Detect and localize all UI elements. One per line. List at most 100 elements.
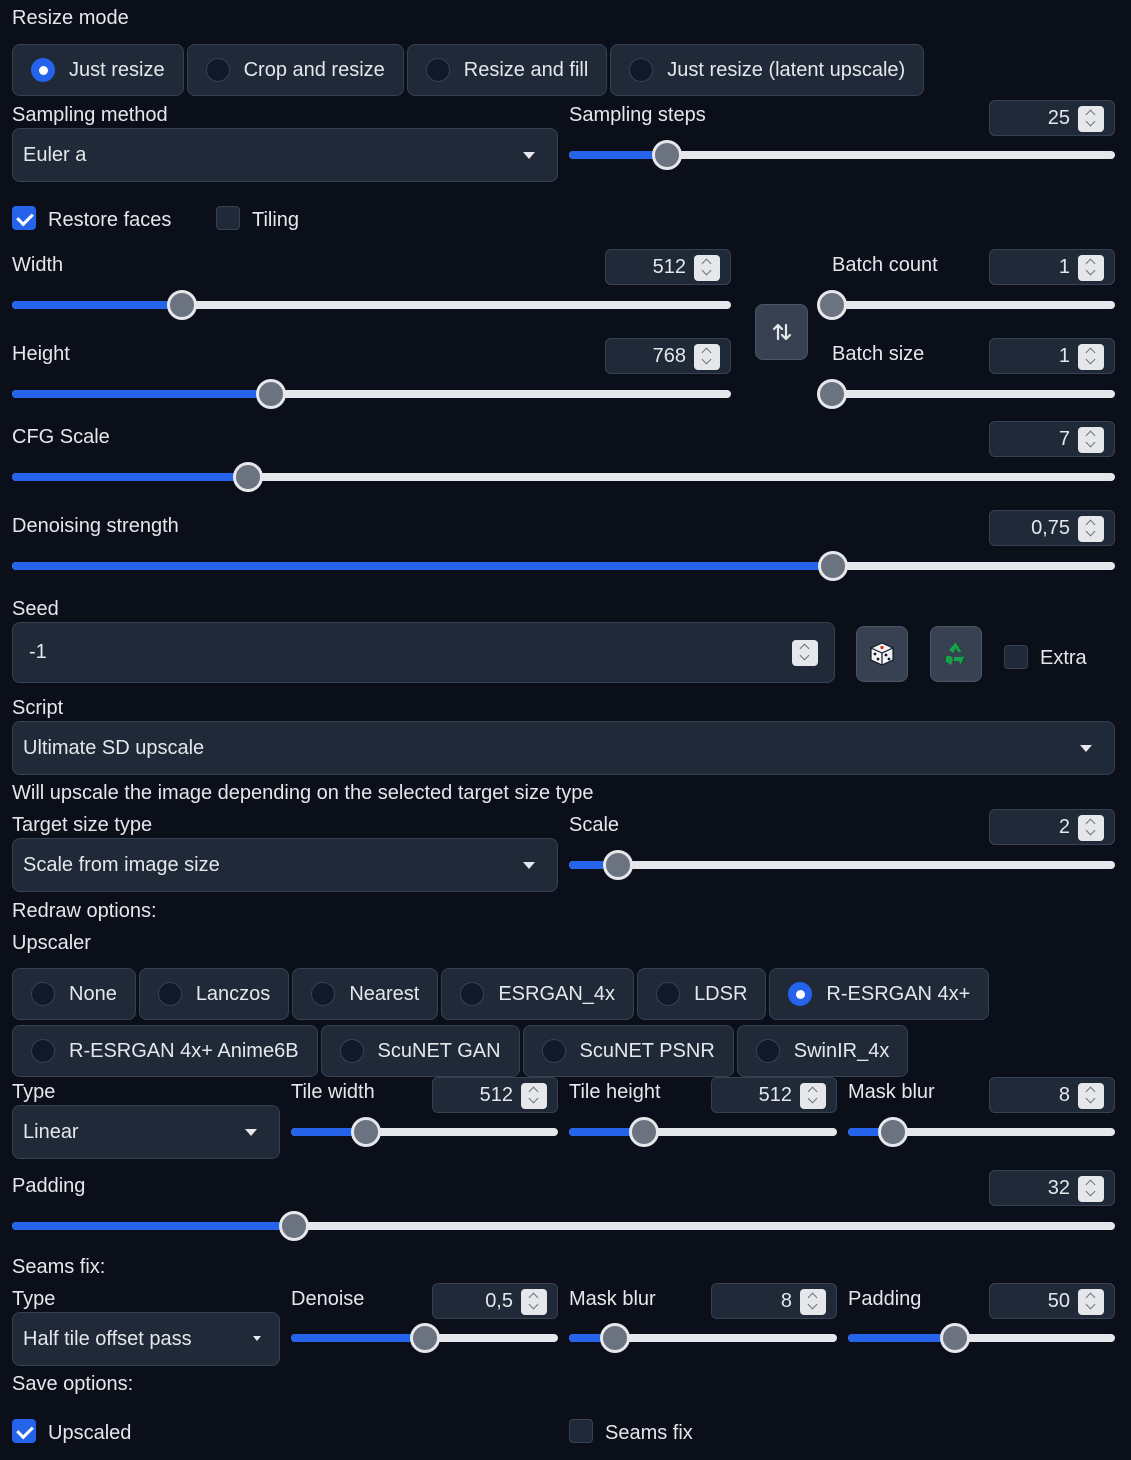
slider-thumb[interactable] xyxy=(878,1117,909,1147)
slider-thumb[interactable] xyxy=(279,1211,310,1241)
tile-width-input[interactable]: 512 xyxy=(432,1077,558,1113)
slider-thumb[interactable] xyxy=(817,290,847,320)
slider-thumb[interactable] xyxy=(599,1323,630,1353)
script-dropdown[interactable]: Ultimate SD upscale xyxy=(12,721,1115,775)
slider-thumb[interactable] xyxy=(603,850,634,880)
seed-input[interactable]: -1 xyxy=(12,622,835,683)
random-seed-button[interactable] xyxy=(856,626,908,682)
radio-indicator[interactable] xyxy=(425,58,450,82)
cfg-scale-input[interactable]: 7 xyxy=(989,421,1115,457)
radio-indicator[interactable] xyxy=(755,1039,780,1063)
width-input[interactable]: 512 xyxy=(605,249,731,285)
scale-slider[interactable] xyxy=(569,850,1115,880)
save-upscaled-checkbox[interactable] xyxy=(12,1419,36,1443)
upscaler-option-r-esrgan-4x[interactable]: R-ESRGAN 4x+ xyxy=(769,968,990,1020)
width-slider[interactable] xyxy=(12,290,731,320)
radio-indicator[interactable] xyxy=(460,982,485,1006)
spinner-icon[interactable] xyxy=(521,1289,547,1315)
sampling-steps-input[interactable]: 25 xyxy=(989,100,1115,136)
slider-thumb[interactable] xyxy=(817,379,847,409)
upscaler-option-none[interactable]: None xyxy=(12,968,136,1020)
spinner-icon[interactable] xyxy=(800,1083,826,1109)
height-slider[interactable] xyxy=(12,379,731,409)
denoising-strength-input[interactable]: 0,75 xyxy=(989,510,1115,546)
upscaler-option-r-esrgan-4x-anime6b[interactable]: R-ESRGAN 4x+ Anime6B xyxy=(12,1025,318,1077)
radio-indicator[interactable] xyxy=(788,982,813,1006)
batch-size-input[interactable]: 1 xyxy=(989,338,1115,374)
radio-indicator[interactable] xyxy=(339,1039,364,1063)
save-seams-fix-checkbox[interactable] xyxy=(569,1419,593,1443)
spinner-icon[interactable] xyxy=(1078,1083,1104,1109)
radio-indicator[interactable] xyxy=(311,982,336,1006)
restore-faces-checkbox[interactable] xyxy=(12,206,36,230)
tile-height-slider[interactable] xyxy=(569,1117,837,1147)
spinner-icon[interactable] xyxy=(1078,427,1104,453)
upscaler-option-nearest[interactable]: Nearest xyxy=(292,968,439,1020)
tiling-checkbox[interactable] xyxy=(216,206,240,230)
slider-thumb[interactable] xyxy=(233,462,264,492)
redraw-type-dropdown[interactable]: Linear xyxy=(12,1105,280,1159)
resize-mode-option-resize-and-fill[interactable]: Resize and fill xyxy=(406,44,608,96)
radio-indicator[interactable] xyxy=(205,58,230,82)
spinner-icon[interactable] xyxy=(800,1289,826,1315)
cfg-scale-slider[interactable] xyxy=(12,462,1115,492)
resize-mode-option-crop-and-resize[interactable]: Crop and resize xyxy=(186,44,404,96)
upscaler-option-swinir-4x[interactable]: SwinIR_4x xyxy=(736,1025,909,1077)
spinner-icon[interactable] xyxy=(1078,344,1104,370)
seams-mask-blur-input[interactable]: 8 xyxy=(711,1283,837,1319)
spinner-icon[interactable] xyxy=(792,640,818,666)
radio-indicator[interactable] xyxy=(31,982,55,1006)
batch-count-input[interactable]: 1 xyxy=(989,249,1115,285)
reuse-seed-button[interactable] xyxy=(930,626,982,682)
upscaler-option-lanczos[interactable]: Lanczos xyxy=(138,968,290,1020)
slider-thumb[interactable] xyxy=(652,140,683,170)
slider-thumb[interactable] xyxy=(629,1117,660,1147)
mask-blur-slider[interactable] xyxy=(848,1117,1115,1147)
sampling-steps-slider[interactable] xyxy=(569,140,1115,170)
tile-width-slider[interactable] xyxy=(291,1117,558,1147)
radio-indicator[interactable] xyxy=(31,58,55,82)
seams-denoise-input[interactable]: 0,5 xyxy=(432,1283,558,1319)
slider-thumb[interactable] xyxy=(409,1323,440,1353)
padding-input[interactable]: 32 xyxy=(989,1170,1115,1206)
upscaler-option-scunet-gan[interactable]: ScuNET GAN xyxy=(320,1025,520,1077)
radio-indicator[interactable] xyxy=(31,1039,55,1063)
resize-mode-option-just-resize[interactable]: Just resize xyxy=(12,44,184,96)
tile-height-input[interactable]: 512 xyxy=(711,1077,837,1113)
spinner-icon[interactable] xyxy=(694,344,720,370)
target-size-type-dropdown[interactable]: Scale from image size xyxy=(12,838,558,892)
upscaler-option-scunet-psnr[interactable]: ScuNET PSNR xyxy=(522,1025,734,1077)
extra-seed-checkbox[interactable] xyxy=(1004,645,1028,669)
radio-indicator[interactable] xyxy=(656,982,681,1006)
height-input[interactable]: 768 xyxy=(605,338,731,374)
seams-type-dropdown[interactable]: Half tile offset pass xyxy=(12,1312,280,1366)
slider-thumb[interactable] xyxy=(817,551,848,581)
radio-indicator[interactable] xyxy=(157,982,182,1006)
upscaler-option-esrgan-4x[interactable]: ESRGAN_4x xyxy=(441,968,635,1020)
sampling-method-dropdown[interactable]: Euler a xyxy=(12,128,558,182)
radio-indicator[interactable] xyxy=(629,58,654,82)
spinner-icon[interactable] xyxy=(1078,106,1104,132)
resize-mode-option-just-resize-latent-upscale[interactable]: Just resize (latent upscale) xyxy=(610,44,925,96)
slider-thumb[interactable] xyxy=(939,1323,970,1353)
upscaler-option-ldsr[interactable]: LDSR xyxy=(637,968,767,1020)
spinner-icon[interactable] xyxy=(1078,255,1104,281)
slider-thumb[interactable] xyxy=(255,379,286,409)
radio-indicator[interactable] xyxy=(541,1039,566,1063)
denoising-strength-slider[interactable] xyxy=(12,551,1115,581)
spinner-icon[interactable] xyxy=(694,255,720,281)
slider-thumb[interactable] xyxy=(167,290,198,320)
spinner-icon[interactable] xyxy=(521,1083,547,1109)
seams-padding-slider[interactable] xyxy=(848,1323,1115,1353)
swap-dimensions-button[interactable] xyxy=(755,304,808,360)
spinner-icon[interactable] xyxy=(1078,815,1104,841)
batch-count-slider[interactable] xyxy=(817,290,1115,320)
seams-padding-input[interactable]: 50 xyxy=(989,1283,1115,1319)
seams-mask-blur-slider[interactable] xyxy=(569,1323,837,1353)
seams-denoise-slider[interactable] xyxy=(291,1323,558,1353)
batch-size-slider[interactable] xyxy=(817,379,1115,409)
spinner-icon[interactable] xyxy=(1078,1176,1104,1202)
slider-thumb[interactable] xyxy=(350,1117,381,1147)
padding-slider[interactable] xyxy=(12,1211,1115,1241)
spinner-icon[interactable] xyxy=(1078,516,1104,542)
